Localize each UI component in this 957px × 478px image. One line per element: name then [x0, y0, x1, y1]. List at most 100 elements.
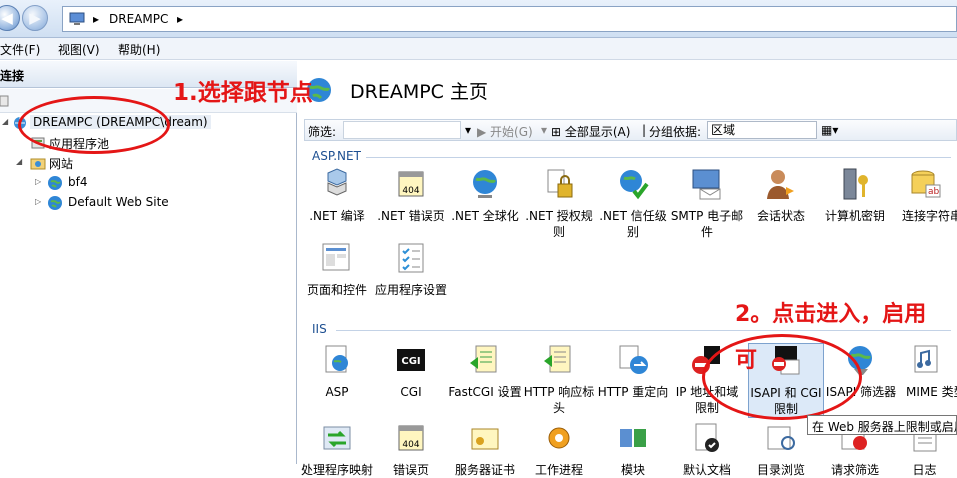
feature-server-certificates[interactable]: 服务器证书: [448, 421, 522, 478]
menu-file[interactable]: 文件(F): [0, 41, 40, 58]
computer-icon: [69, 12, 85, 25]
feature-label: 请求筛选: [830, 463, 879, 477]
feature-label: .NET 错误页: [377, 209, 445, 223]
start-label: 开始(G): [490, 125, 533, 139]
filter-toolbar: 筛选: ▾ ▶ 开始(G) ▾ ⊞ 全部显示(A) | 分组依据: 区域 ▦▾: [304, 119, 957, 141]
feature-handler-mappings[interactable]: 处理程序映射: [300, 421, 374, 478]
show-all-button[interactable]: ⊞ 全部显示(A): [551, 123, 630, 140]
feature-pages-controls[interactable]: 页面和控件: [300, 241, 374, 298]
features-pane: DREAMPC 主页 筛选: ▾ ▶ 开始(G) ▾ ⊞ 全部显示(A) | 分…: [298, 61, 957, 477]
tree-node-default-site[interactable]: ▷ Default Web Site: [0, 193, 297, 213]
certificate-icon: [471, 428, 499, 450]
address-separator-end[interactable]: ▸: [177, 12, 183, 26]
feature-net-globalization[interactable]: .NET 全球化: [448, 167, 522, 224]
forward-button[interactable]: ▶: [22, 5, 48, 31]
mime-types-icon: [914, 345, 937, 373]
collapse-icon[interactable]: ◢: [16, 158, 24, 166]
feature-app-settings[interactable]: 应用程序设置: [374, 241, 448, 298]
globe-icon: [473, 170, 497, 198]
group-by-value: 区域: [711, 123, 736, 137]
group-by-label: 分组依据:: [649, 125, 702, 139]
feature-label: 服务器证书: [454, 463, 515, 477]
folder-globe-icon: [30, 158, 46, 170]
feature-label: .NET 授权规则: [525, 209, 593, 239]
collapse-icon[interactable]: ◢: [2, 118, 10, 126]
annotation-circle-isapi: [702, 334, 862, 420]
error-code: 404: [402, 186, 420, 196]
feature-net-error-pages[interactable]: 404 .NET 错误页: [374, 167, 448, 224]
http-headers-icon: [544, 345, 571, 373]
feature-label: HTTP 响应标头: [523, 385, 595, 415]
expand-icon[interactable]: ▷: [35, 178, 43, 186]
feature-asp[interactable]: ASP: [300, 343, 374, 400]
feature-label: 会话状态: [756, 209, 805, 223]
view-mode-icon[interactable]: ▦▾: [821, 123, 838, 137]
feature-mime-types[interactable]: MIME 类型: [898, 343, 957, 400]
app-settings-icon: [398, 243, 424, 273]
feature-label: 连接字符串: [902, 209, 957, 223]
annotation-step2: 2。点击进入，启用: [735, 302, 927, 327]
feature-default-document[interactable]: 默认文档: [670, 421, 744, 478]
feature-modules[interactable]: 模块: [596, 421, 670, 478]
asp-icon: [325, 345, 348, 373]
filter-input[interactable]: [343, 121, 461, 139]
address-bar: ◀ ▶ ▸ DREAMPC ▸: [0, 0, 957, 38]
menu-view[interactable]: 视图(V): [58, 41, 100, 58]
start-button[interactable]: ▶ 开始(G): [477, 123, 533, 140]
smtp-mail-icon: [692, 169, 721, 200]
address-segment[interactable]: DREAMPC: [109, 12, 168, 26]
feature-label: .NET 信任级别: [599, 209, 667, 239]
tooltip: 在 Web 服务器上限制或启用: [807, 415, 957, 435]
expand-icon[interactable]: ▷: [35, 198, 43, 206]
feature-label: 模块: [620, 463, 645, 477]
feature-net-compilation[interactable]: .NET 编译: [300, 167, 374, 224]
group-by-select[interactable]: 区域: [707, 121, 817, 139]
error-code: 404: [402, 440, 420, 450]
section-iis-label: IIS: [312, 322, 327, 336]
feature-label: FastCGI 设置: [448, 385, 522, 399]
connect-icon[interactable]: [0, 93, 10, 109]
feature-net-trust-levels[interactable]: .NET 信任级别: [596, 167, 670, 240]
feature-connection-strings[interactable]: ab 连接字符串: [892, 167, 957, 224]
address-field[interactable]: ▸ DREAMPC ▸: [62, 6, 957, 32]
feature-smtp-email[interactable]: SMTP 电子邮件: [670, 167, 744, 240]
feature-label: .NET 全球化: [451, 209, 519, 223]
annotation-step2-cont: 可: [735, 348, 758, 373]
feature-net-authorization[interactable]: .NET 授权规则: [522, 167, 596, 240]
ab-text: ab: [928, 187, 940, 197]
tree-node-site-bf4[interactable]: ▷ bf4: [0, 173, 297, 193]
menu-bar: 文件(F) 视图(V) 帮助(H): [0, 38, 957, 60]
feature-cgi[interactable]: CGI CGI: [374, 343, 448, 400]
user-session-icon: [767, 170, 794, 199]
feature-fastcgi[interactable]: FastCGI 设置: [448, 343, 522, 400]
feature-label: CGI: [400, 385, 422, 399]
section-aspnet: ASP.NET: [306, 148, 951, 166]
toolbar-divider: |: [642, 123, 647, 137]
menu-help[interactable]: 帮助(H): [118, 41, 160, 58]
filter-label: 筛选:: [308, 125, 337, 139]
feature-label: 计算机密钥: [824, 209, 885, 223]
feature-label: MIME 类型: [906, 385, 957, 399]
start-dropdown-icon[interactable]: ▾: [541, 123, 547, 137]
http-redirect-icon: [619, 345, 648, 374]
feature-http-response-headers[interactable]: HTTP 响应标头: [522, 343, 596, 416]
handler-mappings-icon: [323, 426, 351, 450]
page-title: DREAMPC 主页: [350, 81, 488, 103]
annotation-step1: 1.选择跟节点: [173, 80, 313, 106]
feature-label: 错误页: [392, 463, 429, 477]
cgi-text: CGI: [401, 356, 421, 367]
directory-browsing-icon: [767, 426, 795, 450]
feature-label: ASP: [325, 385, 349, 399]
fastcgi-icon: [470, 345, 497, 373]
binoculars-icon[interactable]: ▾: [465, 123, 471, 137]
feature-http-redirect[interactable]: HTTP 重定向: [596, 343, 670, 400]
feature-label: 页面和控件: [306, 283, 367, 297]
feature-session-state[interactable]: 会话状态: [744, 167, 818, 224]
feature-machine-key[interactable]: 计算机密钥: [818, 167, 892, 224]
section-aspnet-label: ASP.NET: [312, 149, 361, 163]
feature-error-pages[interactable]: 404 错误页: [374, 421, 448, 478]
feature-worker-processes[interactable]: 工作进程: [522, 421, 596, 478]
globe-icon: [48, 176, 62, 190]
back-button[interactable]: ◀: [0, 5, 20, 31]
tree-node-sites[interactable]: ◢ 网站: [0, 153, 297, 173]
